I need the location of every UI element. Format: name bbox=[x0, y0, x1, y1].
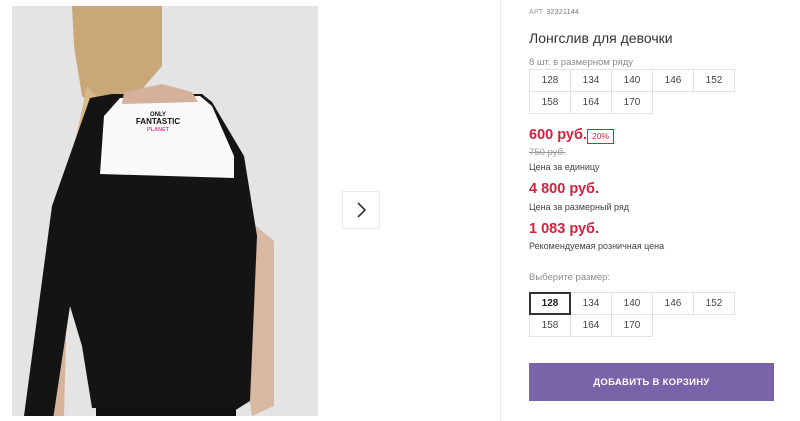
size-option-selected[interactable]: 128 bbox=[529, 292, 571, 315]
add-to-cart-button[interactable]: ДОБАВИТЬ В КОРЗИНУ bbox=[529, 363, 774, 401]
series-size: 158 bbox=[529, 91, 571, 114]
size-option[interactable]: 158 bbox=[529, 314, 571, 337]
old-price: 750 руб. bbox=[529, 147, 566, 158]
retail-price-label: Рекомендуемая розничная цена bbox=[529, 241, 665, 251]
size-option[interactable]: 134 bbox=[570, 292, 612, 315]
series-size: 170 bbox=[611, 91, 653, 114]
size-option[interactable]: 152 bbox=[693, 292, 735, 315]
series-price: 4 800 руб. bbox=[529, 181, 600, 197]
model-illustration: ONLY FANTASTIC PLANET bbox=[12, 6, 318, 416]
series-size: 134 bbox=[570, 69, 612, 92]
choose-size-label: Выберите размер: bbox=[529, 272, 611, 283]
sku-label: АРТ bbox=[529, 9, 544, 16]
series-size: 128 bbox=[529, 69, 571, 92]
unit-price: 600 руб. bbox=[529, 127, 587, 143]
print-line-2: FANTASTIC bbox=[136, 117, 181, 126]
product-page: ONLY FANTASTIC PLANET АРТ 32321144 Лонгсл… bbox=[0, 0, 800, 421]
size-selector: 128 134 140 146 152 158 164 170 bbox=[529, 292, 774, 337]
unit-price-label: Цена за единицу bbox=[529, 162, 600, 172]
size-option[interactable]: 146 bbox=[652, 292, 694, 315]
size-option[interactable]: 164 bbox=[570, 314, 612, 337]
series-size: 152 bbox=[693, 69, 735, 92]
size-option[interactable]: 140 bbox=[611, 292, 653, 315]
series-note: 8 шт. в размерном ряду bbox=[529, 57, 634, 68]
product-photo: ONLY FANTASTIC PLANET bbox=[12, 6, 318, 416]
product-title: Лонгслив для девочки bbox=[529, 30, 673, 46]
print-line-3: PLANET bbox=[147, 127, 170, 133]
series-price-label: Цена за размерный ряд bbox=[529, 202, 630, 212]
sku: АРТ 32321144 bbox=[529, 9, 579, 16]
panel-divider bbox=[500, 0, 501, 421]
series-sizes: 128 134 140 146 152 158 164 170 bbox=[529, 69, 774, 114]
sku-value: 32321144 bbox=[546, 9, 580, 16]
size-option[interactable]: 170 bbox=[611, 314, 653, 337]
discount-badge: 20% bbox=[587, 129, 615, 144]
series-size: 164 bbox=[570, 91, 612, 114]
series-size: 140 bbox=[611, 69, 653, 92]
series-size: 146 bbox=[652, 69, 694, 92]
gallery-next-button[interactable] bbox=[342, 191, 380, 229]
chevron-right-icon bbox=[357, 202, 367, 218]
retail-price: 1 083 руб. bbox=[529, 221, 600, 237]
product-gallery: ONLY FANTASTIC PLANET bbox=[0, 0, 500, 421]
